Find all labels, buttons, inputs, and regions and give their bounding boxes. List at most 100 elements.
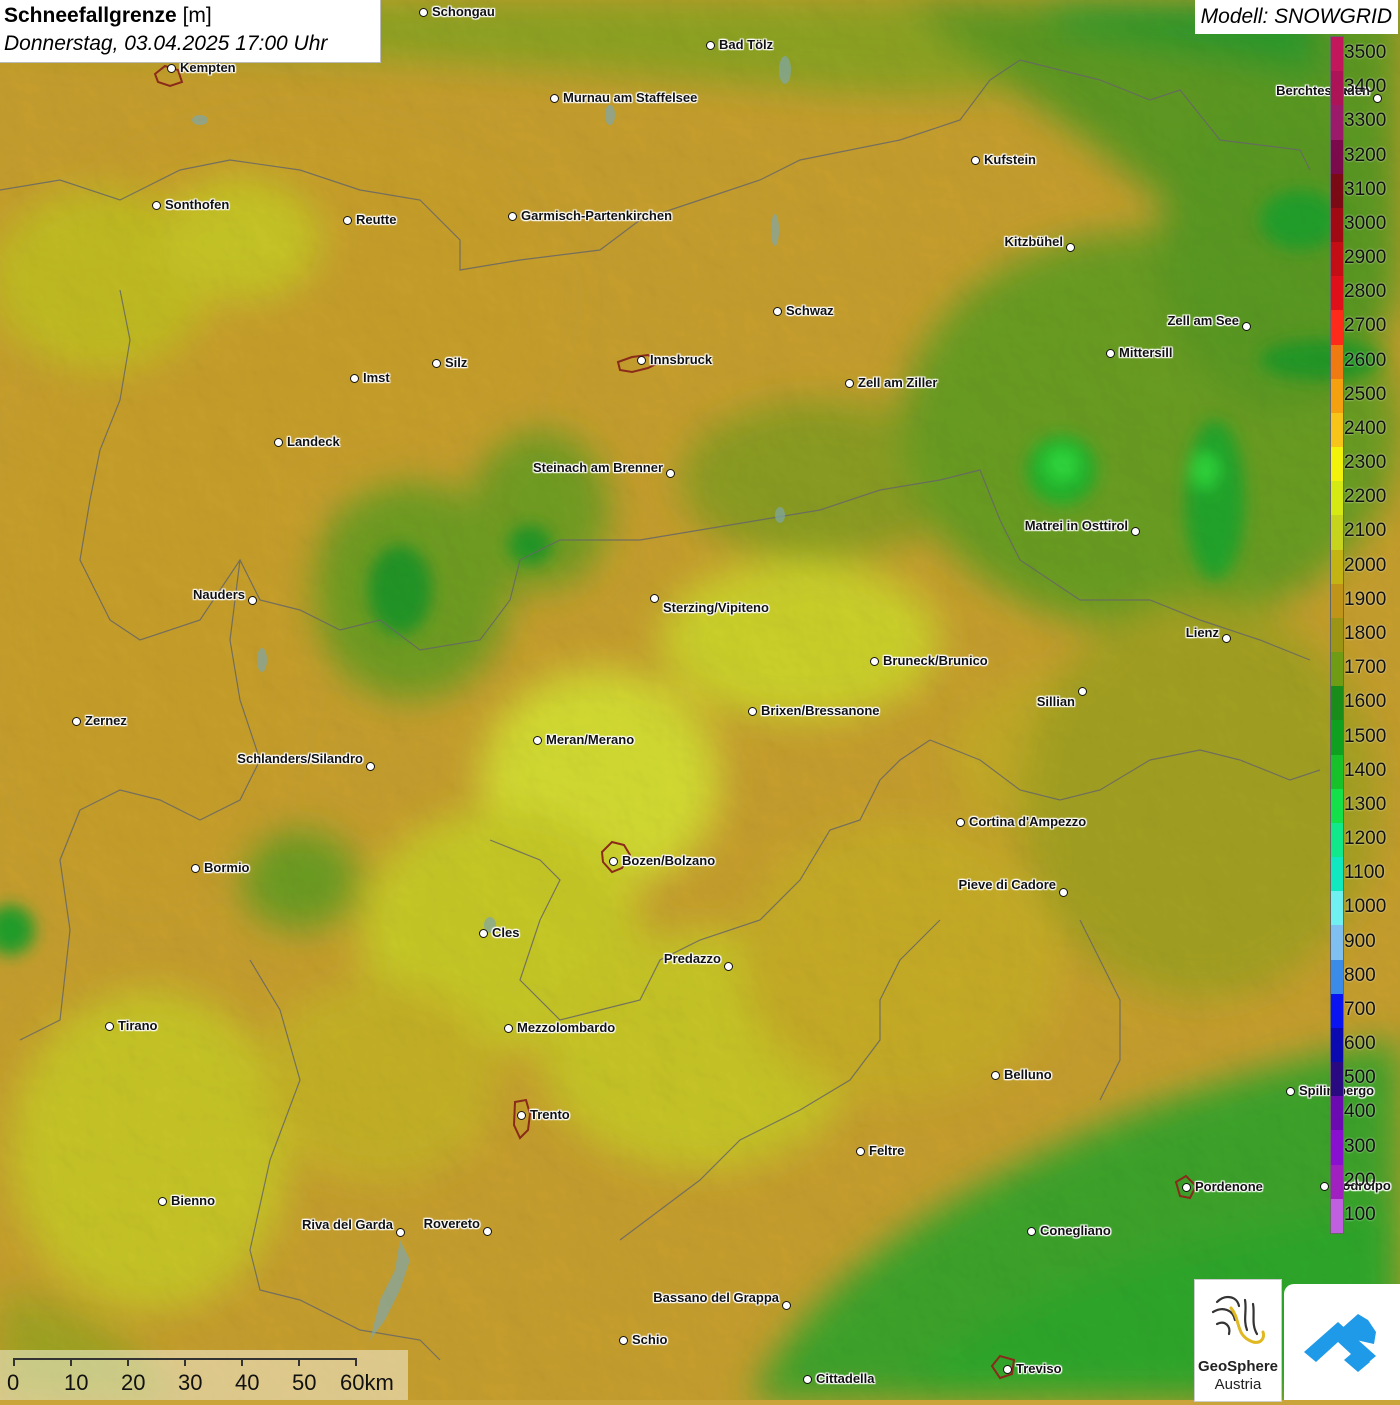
- city-label: Meran/Merano: [546, 732, 635, 747]
- legend-label: 2200: [1344, 486, 1387, 508]
- geosphere-logo-icon: [1211, 1296, 1265, 1344]
- city-label: Rovereto: [423, 1216, 480, 1231]
- scale-bar: 0 10 20 30 40 50 60km: [0, 1350, 408, 1400]
- legend-color-segment: [1331, 139, 1343, 175]
- city-label: Lienz: [1185, 625, 1219, 640]
- title-box: Schneefallgrenze [m] Donnerstag, 03.04.2…: [0, 0, 381, 63]
- scale-label: 0: [7, 1370, 20, 1395]
- legend-color-segment: [1331, 105, 1343, 140]
- app-logo-icon: [1304, 1314, 1376, 1372]
- city-label: Feltre: [869, 1143, 905, 1158]
- legend-color-segment: [1331, 754, 1343, 790]
- city-dot-icon: [483, 1227, 492, 1236]
- scale-tick: [184, 1358, 186, 1366]
- legend-label: 1700: [1344, 657, 1387, 679]
- city-dot-icon: [396, 1228, 405, 1237]
- legend-label: 600: [1344, 1033, 1376, 1055]
- city-dot-icon: [773, 307, 782, 316]
- legend-label: 2600: [1344, 349, 1387, 371]
- city-dot-icon: [856, 1147, 865, 1156]
- city-label: Pieve di Cadore: [958, 877, 1056, 892]
- legend-color-segment: [1331, 207, 1343, 243]
- city-dot-icon: [609, 857, 618, 866]
- legend-label: 3300: [1344, 110, 1387, 132]
- legend-color-segment: [1331, 1027, 1343, 1063]
- legend-label: 1500: [1344, 725, 1387, 747]
- city-dot-icon: [803, 1375, 812, 1384]
- legend-label: 100: [1344, 1203, 1376, 1225]
- city-label: Silz: [445, 355, 468, 370]
- city-dot-icon: [1003, 1365, 1012, 1374]
- legend-color-segment: [1331, 412, 1343, 448]
- scale-tick: [13, 1358, 15, 1366]
- legend-color-segment: [1331, 344, 1343, 380]
- legend-color-segment: [1331, 720, 1343, 756]
- legend-label: 1600: [1344, 691, 1387, 713]
- city-dot-icon: [350, 374, 359, 383]
- legend-label: 800: [1344, 964, 1376, 986]
- city-dot-icon: [105, 1022, 114, 1031]
- legend-color-segment: [1331, 857, 1343, 892]
- legend-color-segment: [1331, 617, 1343, 653]
- legend-label: 2700: [1344, 315, 1387, 337]
- legend-label: 3100: [1344, 178, 1387, 200]
- legend-color-segment: [1331, 925, 1343, 961]
- city-dot-icon: [1242, 322, 1251, 331]
- city-dot-icon: [248, 596, 257, 605]
- city-dot-icon: [971, 156, 980, 165]
- legend-label: 1100: [1344, 862, 1385, 884]
- city-dot-icon: [517, 1111, 526, 1120]
- legend-label: 900: [1344, 930, 1376, 952]
- city-label: Kufstein: [984, 152, 1036, 167]
- city-label: Pordenone: [1195, 1179, 1263, 1194]
- city-label: Conegliano: [1040, 1223, 1111, 1238]
- city-dot-icon: [152, 201, 161, 210]
- legend-color-segment: [1331, 891, 1343, 926]
- city-label: Schlanders/Silandro: [237, 751, 363, 766]
- city-label: Tirano: [118, 1018, 158, 1033]
- city-dot-icon: [1222, 634, 1231, 643]
- legend-label: 2300: [1344, 452, 1387, 474]
- legend-color-segment: [1331, 652, 1343, 687]
- city-label: Treviso: [1016, 1361, 1062, 1376]
- city-dot-icon: [845, 379, 854, 388]
- legend-label: 1000: [1344, 896, 1387, 918]
- scale-tick: [298, 1358, 300, 1366]
- city-dot-icon: [158, 1197, 167, 1206]
- legend-label: 3200: [1344, 144, 1387, 166]
- city-dot-icon: [724, 962, 733, 971]
- city-label: Matrei in Osttirol: [1024, 518, 1128, 533]
- scale-label: 50: [292, 1370, 317, 1395]
- city-label: Reutte: [356, 212, 397, 227]
- legend-label: 2800: [1344, 281, 1387, 303]
- app-logo[interactable]: [1284, 1284, 1400, 1400]
- city-dot-icon: [1078, 687, 1087, 696]
- city-label: Bozen/Bolzano: [622, 853, 716, 868]
- legend-color-bar: [1330, 36, 1344, 1234]
- city-dot-icon: [343, 216, 352, 225]
- geosphere-austria-logo[interactable]: GeoSphere Austria: [1194, 1279, 1282, 1402]
- city-dot-icon: [1066, 243, 1075, 252]
- city-dot-icon: [956, 818, 965, 827]
- city-label: Garmisch-Partenkirchen: [521, 208, 673, 223]
- city-label: Riva del Garda: [301, 1217, 393, 1232]
- city-label: Schio: [632, 1332, 668, 1347]
- legend-color-segment: [1331, 993, 1343, 1029]
- city-dot-icon: [167, 64, 176, 73]
- city-dot-icon: [533, 736, 542, 745]
- legend-color-segment: [1331, 959, 1343, 995]
- city-dot-icon: [432, 359, 441, 368]
- legend-color-segment: [1331, 1198, 1343, 1234]
- city-dot-icon: [191, 864, 200, 873]
- city-label: Sonthofen: [165, 197, 230, 212]
- legend-label: 500: [1344, 1067, 1376, 1089]
- legend-color-segment: [1331, 788, 1343, 824]
- city-dot-icon: [748, 707, 757, 716]
- model-label: Modell: SNOWGRID: [1194, 0, 1398, 34]
- legend-label: 1300: [1344, 793, 1387, 815]
- city-label: Belluno: [1004, 1067, 1052, 1082]
- city-dot-icon: [991, 1071, 1000, 1080]
- legend-color-segment: [1331, 515, 1343, 551]
- legend-label: 3400: [1344, 76, 1387, 98]
- city-dot-icon: [72, 717, 81, 726]
